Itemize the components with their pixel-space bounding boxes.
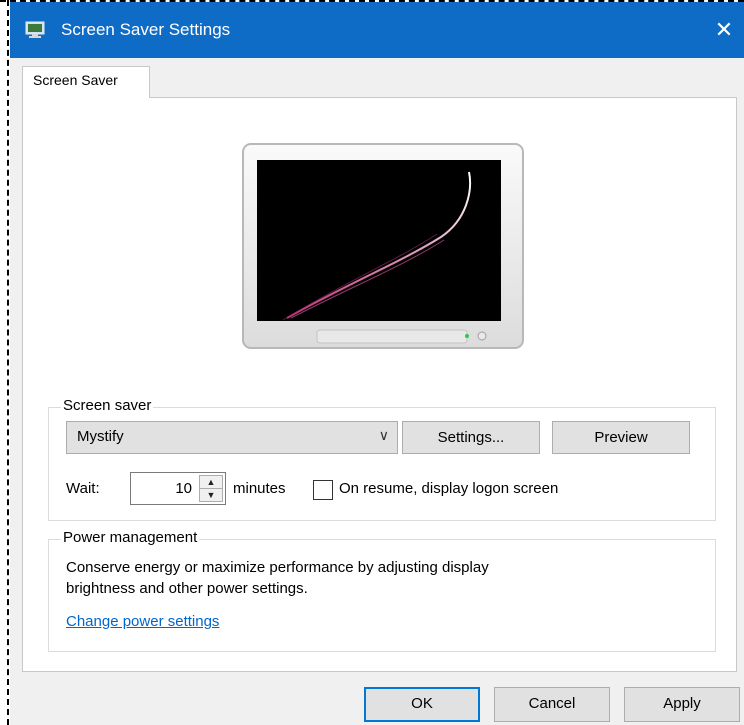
screen-saver-dropdown[interactable]: Mystify ∨ [66, 421, 398, 454]
capture-border-left [0, 0, 9, 725]
spin-buttons: ▲ ▼ [199, 475, 223, 502]
apply-button-label: Apply [663, 695, 701, 712]
power-description-line1: Conserve energy or maximize performance … [66, 559, 489, 576]
minutes-label: minutes [233, 480, 286, 497]
ok-button-label: OK [411, 695, 433, 712]
screen-saver-group-label: Screen saver [61, 397, 154, 414]
monitor-preview-icon [242, 143, 524, 349]
preview-button-label: Preview [594, 429, 648, 446]
tab-screen-saver[interactable]: Screen Saver [22, 66, 150, 98]
power-description-line2: brightness and other power settings. [66, 580, 308, 597]
ok-button[interactable]: OK [364, 687, 480, 722]
resume-logon-label[interactable]: On resume, display logon screen [339, 480, 558, 497]
spin-down-icon[interactable]: ▼ [200, 489, 222, 502]
cancel-button[interactable]: Cancel [494, 687, 610, 722]
wait-minutes-stepper[interactable]: 10 ▲ ▼ [130, 472, 226, 505]
screen-saver-icon [25, 21, 45, 38]
apply-button[interactable]: Apply [624, 687, 740, 722]
settings-button-label: Settings... [437, 429, 505, 446]
preview-button[interactable]: Preview [552, 421, 690, 454]
screen-saver-selected: Mystify [77, 428, 124, 445]
settings-button[interactable]: Settings... [402, 421, 540, 454]
resume-logon-checkbox[interactable] [313, 480, 333, 500]
wait-minutes-value: 10 [175, 480, 192, 497]
change-power-settings-link[interactable]: Change power settings [66, 613, 219, 630]
chevron-down-icon: ∨ [378, 427, 389, 443]
power-management-group-label: Power management [61, 529, 200, 546]
spin-up-icon[interactable]: ▲ [200, 476, 222, 489]
close-button[interactable]: ✕ [706, 12, 742, 48]
title-bar[interactable]: Screen Saver Settings ✕ [10, 2, 744, 58]
screen-saver-dialog: Screen Saver Settings ✕ Screen Saver Scr… [10, 2, 744, 725]
close-icon: ✕ [714, 17, 734, 42]
wait-label: Wait: [66, 480, 100, 497]
cancel-button-label: Cancel [528, 695, 576, 712]
window-title: Screen Saver Settings [61, 20, 231, 39]
